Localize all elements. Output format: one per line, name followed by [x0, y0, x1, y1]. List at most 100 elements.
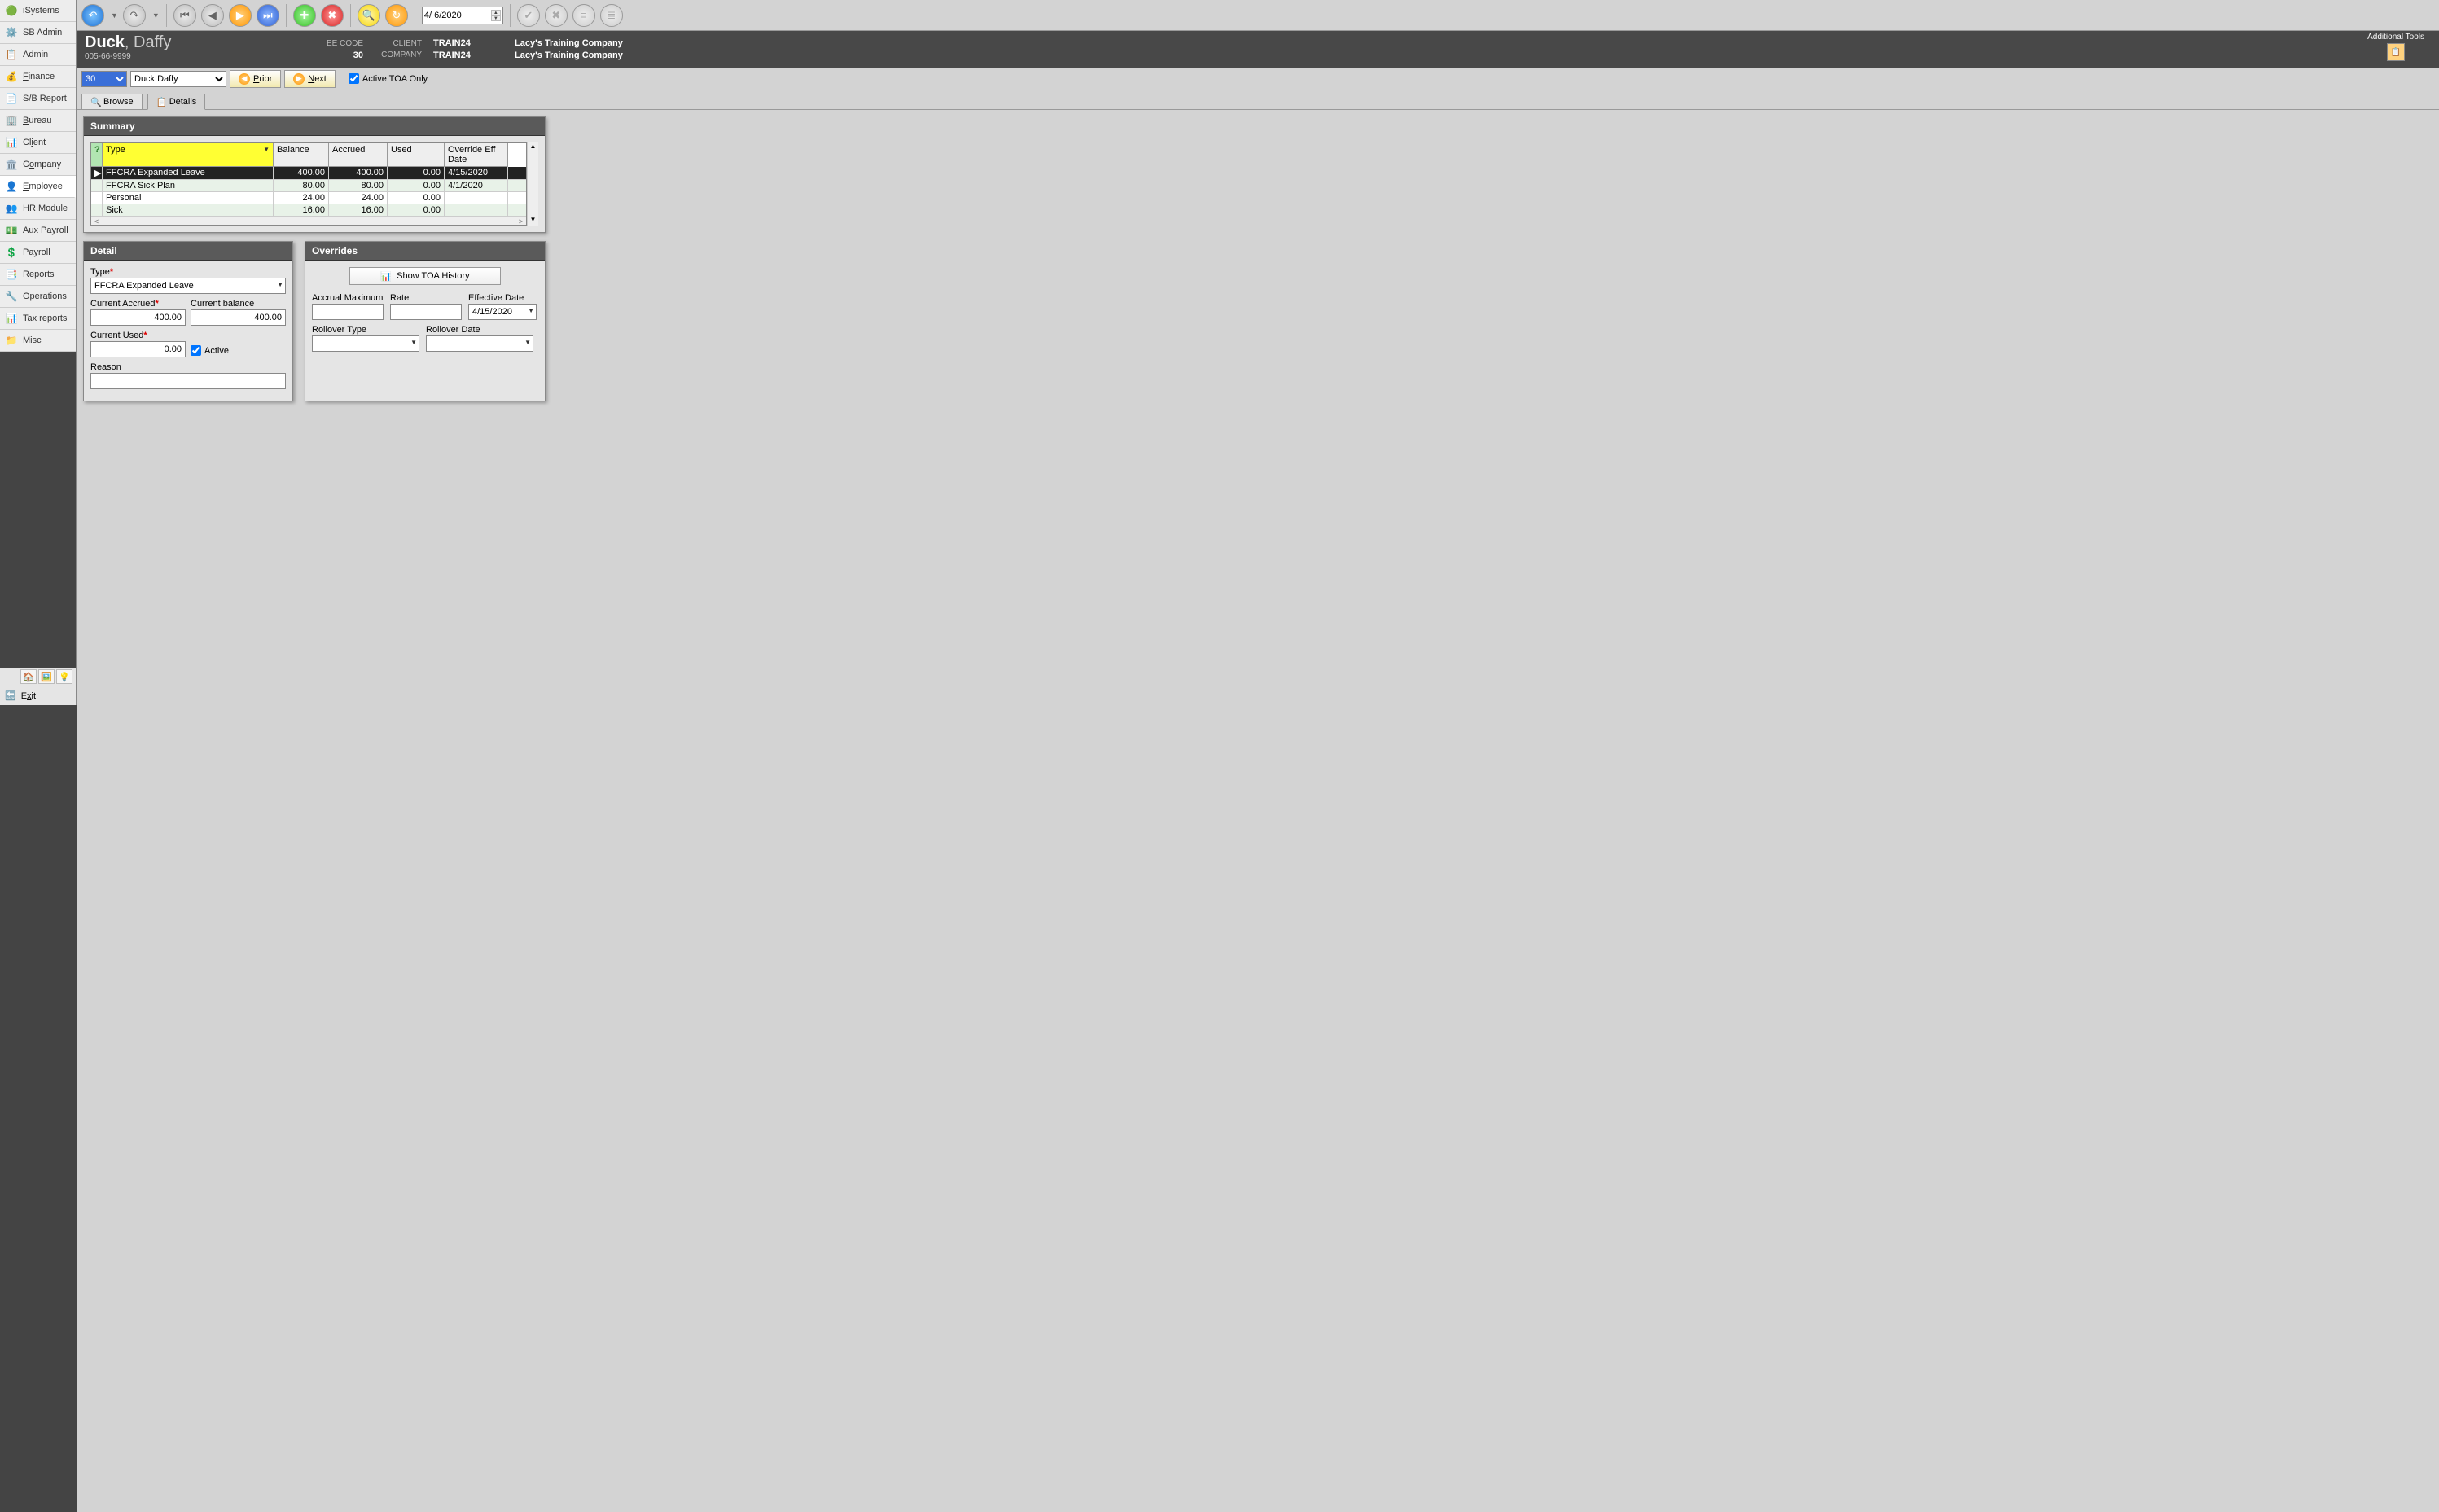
sidebar-item-bureau[interactable]: 🏢Bureau [0, 110, 76, 132]
grid-hscroll[interactable]: <> [91, 217, 526, 225]
col-type[interactable]: Type [103, 143, 274, 167]
redo-dropdown[interactable]: ▼ [152, 11, 160, 20]
col-accrued[interactable]: Accrued [329, 143, 388, 167]
rollover-date-label: Rollover Date [426, 325, 533, 335]
prior-button[interactable]: ◀Prior [230, 70, 281, 88]
nav-first-button[interactable]: ⏮ [173, 4, 196, 27]
gear-icon: ⚙️ [5, 26, 18, 39]
cell-accrued: 24.00 [329, 192, 388, 204]
rollover-date-input[interactable] [426, 335, 533, 352]
table-row[interactable]: ▶ FFCRA Expanded Leave 400.00 400.00 0.0… [91, 167, 526, 180]
sidebar-item-isystems[interactable]: 🟢iSystems [0, 0, 76, 22]
effective-date-input[interactable] [468, 304, 537, 320]
rate-input[interactable] [390, 304, 462, 320]
date-spinner[interactable]: ▲▼ [491, 10, 501, 21]
client-label: CLIENT [375, 39, 428, 48]
grid-help-column[interactable]: ? [91, 143, 103, 167]
overrides-title: Overrides [305, 242, 545, 261]
current-accrued-label: Current Accrued* [90, 299, 186, 309]
db-button-2: ≣ [600, 4, 623, 27]
current-accrued-input[interactable] [90, 309, 186, 326]
current-used-input[interactable] [90, 341, 186, 357]
employee-surname: Duck [85, 33, 125, 51]
home-icon[interactable]: 🏠 [20, 669, 37, 684]
refresh-button[interactable]: ↻ [385, 4, 408, 27]
accrual-max-input[interactable] [312, 304, 384, 320]
nav-last-button[interactable]: ⏭ [257, 4, 279, 27]
add-button[interactable]: ✚ [293, 4, 316, 27]
cell-eff: 4/15/2020 [445, 167, 508, 179]
next-icon: ▶ [293, 73, 305, 85]
sidebar-label: Employee [23, 182, 63, 191]
sidebar-item-misc[interactable]: 📁Misc [0, 330, 76, 352]
active-toa-checkbox[interactable]: Active TOA Only [349, 73, 428, 84]
reason-input[interactable] [90, 373, 286, 389]
show-toa-history-button[interactable]: 📊Show TOA History [349, 267, 501, 285]
grid-header: ? Type Balance Accrued Used Override Eff… [91, 143, 526, 167]
detail-panel: Detail Type* Current Accrued* Current ba… [83, 241, 293, 401]
current-balance-input[interactable] [191, 309, 286, 326]
sidebar-label: Bureau [23, 116, 51, 125]
sidebar-item-reports[interactable]: 📑Reports [0, 264, 76, 286]
eecode-value: 30 [353, 50, 363, 60]
active-label: Active [204, 346, 229, 356]
report-icon: 📄 [5, 92, 18, 105]
sidebar-item-finance[interactable]: 💰Finance [0, 66, 76, 88]
cell-used: 0.00 [388, 167, 445, 179]
sidebar-item-operations[interactable]: 🔧Operations [0, 286, 76, 308]
grid-vscroll[interactable]: ▲▼ [527, 142, 538, 226]
col-used[interactable]: Used [388, 143, 445, 167]
sidebar-item-payroll[interactable]: 💲Payroll [0, 242, 76, 264]
col-effdate[interactable]: Override Eff Date [445, 143, 508, 167]
image-icon[interactable]: 🖼️ [38, 669, 55, 684]
type-label: Type* [90, 267, 286, 277]
sidebar-item-taxreports[interactable]: 📊Tax reports [0, 308, 76, 330]
next-button[interactable]: ▶Next [284, 70, 336, 88]
tab-browse[interactable]: 🔍Browse [81, 94, 143, 109]
undo-dropdown[interactable]: ▼ [111, 11, 118, 20]
table-row[interactable]: FFCRA Sick Plan 80.00 80.00 0.00 4/1/202… [91, 180, 526, 192]
undo-button[interactable]: ↶ [81, 4, 104, 27]
sidebar-label: Client [23, 138, 46, 147]
sidebar-item-company[interactable]: 🏛️Company [0, 154, 76, 176]
sidebar-item-hrmodule[interactable]: 👥HR Module [0, 198, 76, 220]
employee-ssn: 005-66-9999 [85, 52, 305, 61]
sidebar-label: Admin [23, 50, 48, 59]
sidebar-item-sbreport[interactable]: 📄 S/B Report [0, 88, 76, 110]
date-input[interactable] [424, 7, 489, 24]
exit-button[interactable]: 🔙Exit [0, 686, 76, 705]
redo-button[interactable]: ↷ [123, 4, 146, 27]
help-icon[interactable]: 💡 [56, 669, 72, 684]
employee-firstname: , Daffy [125, 33, 171, 51]
admin-icon: 📋 [5, 48, 18, 61]
date-picker[interactable]: ▲▼ [422, 7, 503, 24]
rollover-type-select[interactable] [312, 335, 419, 352]
active-toa-input[interactable] [349, 73, 359, 84]
active-input[interactable] [191, 345, 201, 356]
nav-next-button[interactable]: ▶ [229, 4, 252, 27]
employee-id-select[interactable]: 30 [81, 71, 127, 87]
table-row[interactable]: Sick 16.00 16.00 0.00 [91, 204, 526, 217]
table-row[interactable]: Personal 24.00 24.00 0.00 [91, 192, 526, 204]
row-marker: ▶ [91, 167, 103, 179]
active-checkbox[interactable]: Active [191, 345, 229, 356]
nav-prev-button[interactable]: ◀ [201, 4, 224, 27]
sidebar-label: S/B Report [23, 94, 67, 103]
exit-label: Exit [21, 691, 36, 701]
client-code: TRAIN24 [433, 38, 494, 48]
cell-balance: 24.00 [274, 192, 329, 204]
type-select[interactable] [90, 278, 286, 294]
sidebar-label: Tax reports [23, 313, 67, 323]
tab-details[interactable]: 📋Details [147, 94, 206, 110]
sidebar-item-admin[interactable]: 📋 Admin [0, 44, 76, 66]
additional-tools-button[interactable]: 📋 [2387, 43, 2405, 61]
sidebar-item-employee[interactable]: 👤Employee [0, 176, 76, 198]
delete-button[interactable]: ✖ [321, 4, 344, 27]
col-balance[interactable]: Balance [274, 143, 329, 167]
tab-browse-label: Browse [103, 97, 134, 107]
employee-name-select[interactable]: Duck Daffy [130, 71, 226, 87]
sidebar-item-sbadmin[interactable]: ⚙️SB Admin [0, 22, 76, 44]
sidebar-item-client[interactable]: 📊Client [0, 132, 76, 154]
sidebar-item-auxpayroll[interactable]: 💵Aux Payroll [0, 220, 76, 242]
search-button[interactable]: 🔍 [358, 4, 380, 27]
